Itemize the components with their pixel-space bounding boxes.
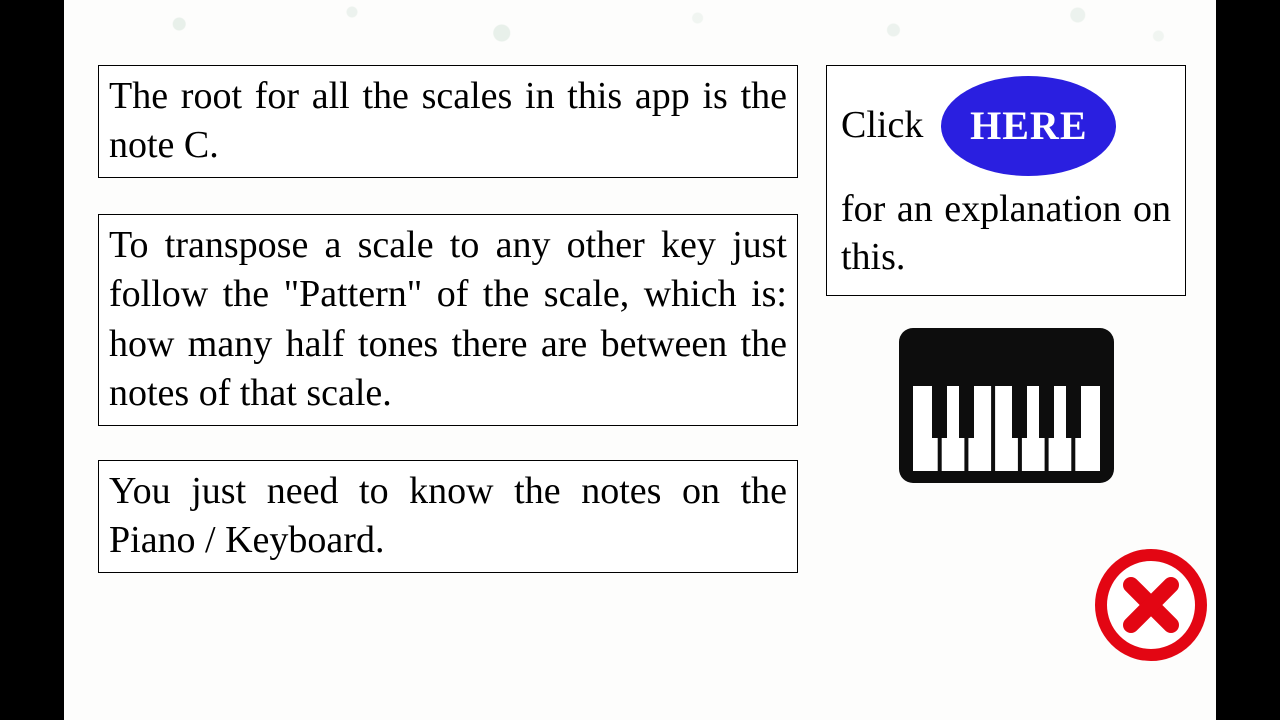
info-box-3: You just need to know the notes on the P… [98,460,798,573]
info-text-1: The root for all the scales in this app … [109,75,787,166]
info-text-2: To transpose a scale to any other key ju… [109,224,787,414]
info-box-2: To transpose a scale to any other key ju… [98,214,798,426]
content-stage: The root for all the scales in this app … [64,0,1216,720]
here-button-label: HERE [970,101,1087,151]
info-box-1: The root for all the scales in this app … [98,65,798,178]
info-text-3: You just need to know the notes on the P… [109,470,787,561]
background-texture [64,0,1216,60]
here-button[interactable]: HERE [941,76,1116,176]
close-button[interactable] [1094,548,1208,662]
piano-button[interactable] [899,328,1114,483]
close-icon [1094,548,1208,662]
piano-icon [899,328,1114,483]
click-label: Click [841,102,923,150]
explanation-rest: for an explanation on this. [841,188,1171,278]
explanation-box: Click HERE for an explanation on this. [826,65,1186,296]
